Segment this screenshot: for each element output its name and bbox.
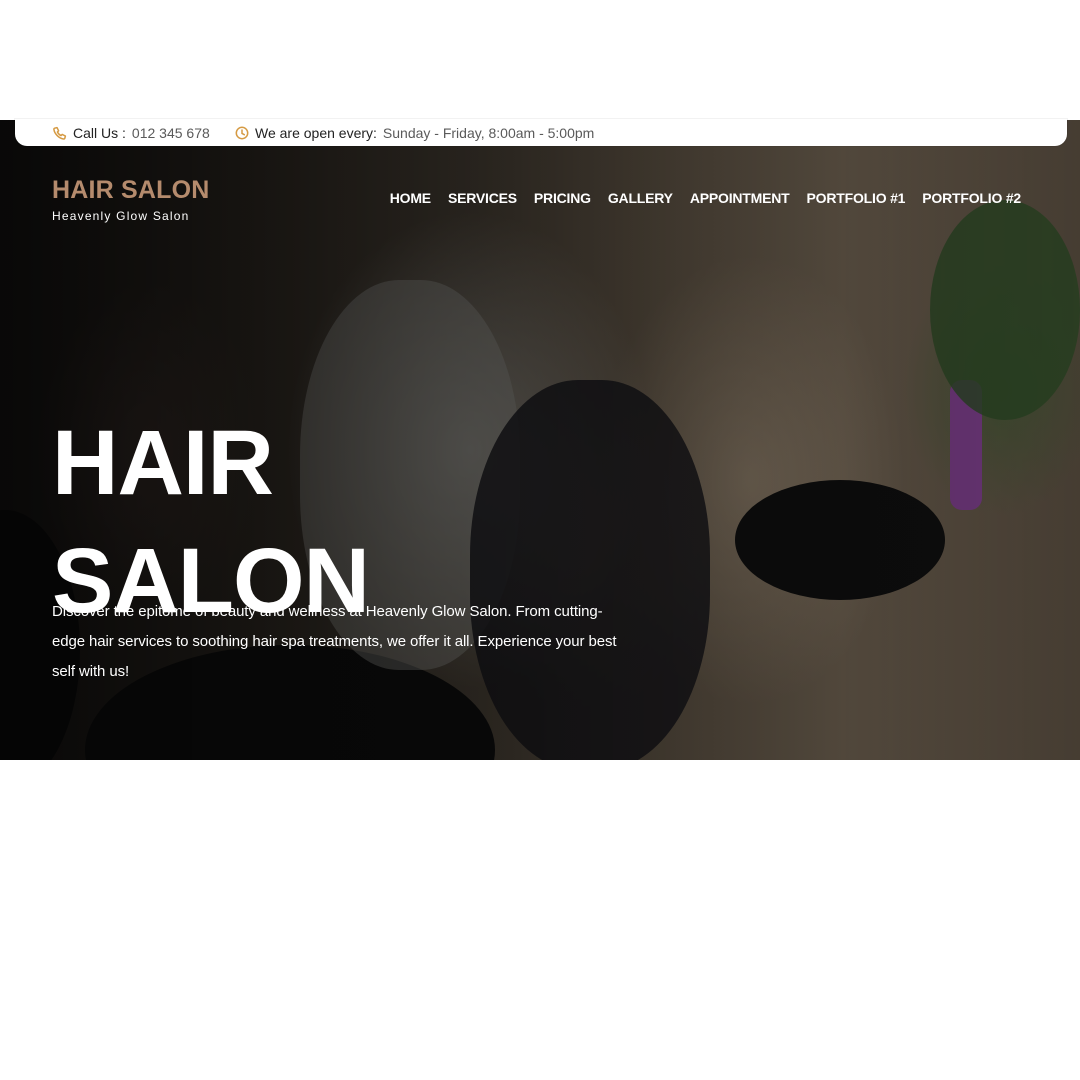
opening-hours-info: We are open every: Sunday - Friday, 8:00… [235, 125, 594, 141]
nav-portfolio-2[interactable]: PORTFOLIO #2 [922, 190, 1021, 206]
main-navigation: HOME SERVICES PRICING GALLERY APPOINTMEN… [390, 190, 1021, 206]
opening-hours-value: Sunday - Friday, 8:00am - 5:00pm [382, 125, 595, 141]
nav-services[interactable]: SERVICES [448, 190, 517, 206]
logo-title: HAIR SALON [52, 176, 210, 204]
opening-hours-label: We are open every: [255, 125, 377, 141]
clock-icon [235, 126, 249, 140]
call-us-info: Call Us : 012 345 678 [53, 125, 210, 141]
hero-title-line-1: HAIR [52, 411, 274, 514]
call-us-label: Call Us : [73, 125, 126, 141]
nav-portfolio-1[interactable]: PORTFOLIO #1 [807, 190, 906, 206]
phone-number[interactable]: 012 345 678 [132, 125, 210, 141]
phone-icon [53, 126, 67, 140]
top-info-bar: Call Us : 012 345 678 We are open every:… [15, 119, 1067, 146]
nav-gallery[interactable]: GALLERY [608, 190, 673, 206]
site-logo[interactable]: HAIR SALON Heavenly Glow Salon [52, 176, 210, 223]
nav-home[interactable]: HOME [390, 190, 431, 206]
nav-pricing[interactable]: PRICING [534, 190, 591, 206]
nav-appointment[interactable]: APPOINTMENT [690, 190, 790, 206]
logo-subtitle: Heavenly Glow Salon [52, 209, 190, 223]
hero-description: Discover the epitome of beauty and welln… [52, 603, 617, 680]
page: Call Us : 012 345 678 We are open every:… [0, 0, 1080, 1080]
